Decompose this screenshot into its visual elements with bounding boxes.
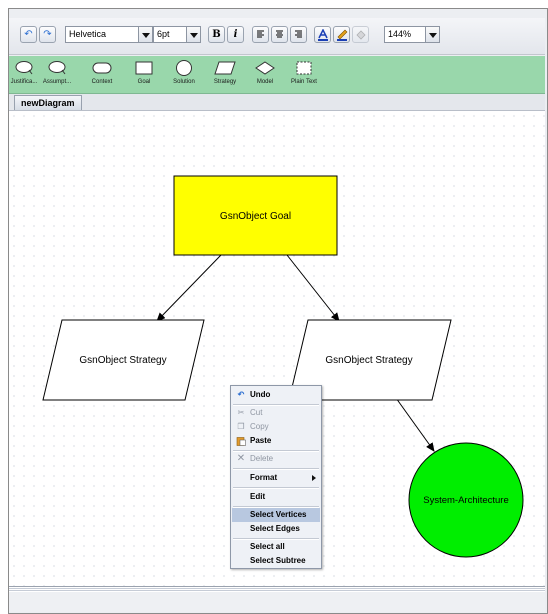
palette-label: Justifica... [10, 79, 38, 85]
palette-label: Goal [137, 79, 151, 85]
menu-item-format[interactable]: Format [232, 471, 320, 485]
palette-label: Context [91, 79, 113, 85]
menu-item-select-subtree[interactable]: Select Subtree [232, 554, 320, 568]
menu-item-label: Undo [250, 390, 271, 399]
align-right-icon [295, 30, 302, 38]
menu-item-label: Paste [250, 436, 272, 445]
palette-item-plain-text[interactable]: Plain Text [284, 58, 324, 92]
context-shape-icon [92, 62, 112, 74]
menu-item-label: Select Vertices [250, 510, 307, 519]
font-family-dropdown-arrow[interactable] [139, 26, 153, 43]
menu-item-label: Copy [250, 422, 269, 431]
palette-item-context[interactable]: Context [87, 58, 117, 92]
menu-item-copy[interactable]: ❐ Copy [232, 420, 320, 434]
strategy-node-right-label: GsnObject Strategy [325, 355, 412, 366]
menu-item-select-vertices[interactable]: Select Vertices [232, 508, 320, 522]
redo-button[interactable]: ↷ [39, 26, 56, 43]
menu-item-label: Select Subtree [250, 556, 306, 565]
font-color-icon [317, 28, 328, 41]
menu-separator [233, 468, 319, 470]
palette-label: Assumpt... [42, 79, 72, 85]
palette-label: Solution [173, 79, 195, 85]
undo-icon: ↶ [237, 390, 245, 399]
palette-label: Strategy [213, 79, 237, 85]
menu-item-paste[interactable]: Paste [232, 434, 320, 448]
status-bar [9, 592, 545, 612]
palette-item-model[interactable]: Model [251, 58, 279, 92]
goal-node-label: GsnObject Goal [220, 211, 291, 222]
menu-item-label: Select Edges [250, 524, 300, 533]
shape-palette: Justifica... Assumpt... Context Goal Sol… [9, 56, 545, 94]
palette-item-strategy[interactable]: Strategy [209, 58, 241, 92]
menu-item-undo[interactable]: ↶ Undo [232, 388, 320, 402]
italic-button[interactable]: i [227, 26, 244, 43]
menu-item-delete[interactable]: ✕ Delete [232, 452, 320, 466]
palette-label: Plain Text [291, 79, 317, 85]
zoom-dropdown-arrow[interactable] [426, 26, 440, 43]
pen-icon [336, 29, 347, 41]
align-left-icon [257, 30, 264, 38]
menu-item-label: Edit [250, 492, 266, 501]
fill-color-button[interactable] [352, 26, 369, 43]
font-family-select[interactable]: Helvetica [65, 26, 139, 43]
palette-item-assumption[interactable]: Assumpt... [40, 58, 74, 92]
font-size-dropdown-arrow[interactable] [187, 26, 201, 43]
paint-bucket-icon [355, 29, 366, 40]
strategy-node-left-label: GsnObject Strategy [79, 355, 166, 366]
redo-icon: ↷ [43, 29, 52, 40]
menu-item-edit[interactable]: Edit [232, 490, 320, 504]
palette-label: Model [256, 79, 274, 85]
strategy-shape-icon [214, 61, 236, 75]
palette-item-solution[interactable]: Solution [169, 58, 199, 92]
submenu-arrow-icon [312, 475, 316, 481]
bold-button[interactable]: B [208, 26, 225, 43]
copy-icon: ❐ [237, 422, 245, 431]
menu-separator [233, 487, 319, 489]
menu-item-cut[interactable]: ✂ Cut [232, 406, 320, 420]
tab-newdiagram[interactable]: newDiagram [14, 95, 82, 110]
align-left-button[interactable] [252, 26, 269, 43]
palette-item-justification[interactable]: Justifica... [9, 58, 39, 92]
undo-icon: ↶ [24, 29, 33, 40]
font-color-button[interactable] [314, 26, 331, 43]
align-center-button[interactable] [271, 26, 288, 43]
menu-item-select-edges[interactable]: Select Edges [232, 522, 320, 536]
edge-goal-to-right-strategy[interactable] [286, 254, 340, 322]
menu-item-label: Format [250, 473, 278, 482]
menu-item-label: Cut [250, 408, 263, 417]
diagram-tab-strip: newDiagram [9, 94, 545, 111]
line-color-button[interactable] [333, 26, 350, 43]
assumption-shape-icon [48, 61, 66, 75]
paste-icon [236, 436, 246, 446]
menu-item-label: Select all [250, 542, 285, 551]
format-toolbar: ↶ ↷ Helvetica 6pt B i 144% [9, 18, 545, 55]
solution-node-label: System-Architecture [423, 495, 509, 506]
plain-text-shape-icon [296, 61, 312, 75]
palette-item-goal[interactable]: Goal [130, 58, 158, 92]
undo-button[interactable]: ↶ [20, 26, 37, 43]
align-right-button[interactable] [290, 26, 307, 43]
delete-icon: ✕ [236, 453, 246, 464]
model-shape-icon [255, 61, 275, 75]
justification-shape-icon [15, 61, 33, 75]
zoom-select[interactable]: 144% [384, 26, 426, 43]
solution-shape-icon [176, 60, 192, 76]
menu-item-label: Delete [250, 454, 274, 463]
goal-shape-icon [135, 61, 153, 75]
font-size-select[interactable]: 6pt [153, 26, 187, 43]
menu-item-select-all[interactable]: Select all [232, 540, 320, 554]
cut-icon: ✂ [237, 408, 245, 417]
edge-strategy-to-solution[interactable] [395, 397, 435, 452]
edge-goal-to-left-strategy[interactable] [156, 254, 222, 322]
context-menu: ↶ Undo ✂ Cut ❐ Copy Paste ✕ Delete Forma… [230, 385, 322, 569]
align-center-icon [276, 30, 283, 38]
